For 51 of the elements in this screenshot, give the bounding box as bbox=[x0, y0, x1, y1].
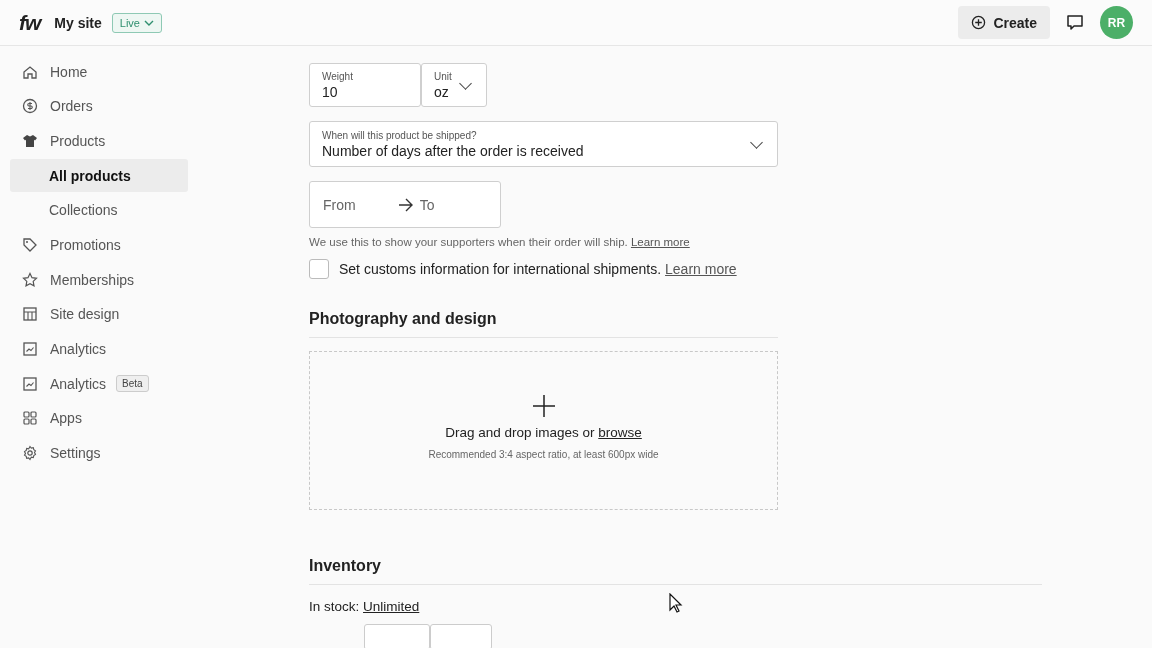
checkbox[interactable] bbox=[309, 259, 329, 279]
plus-circle-icon bbox=[971, 15, 987, 30]
image-drop-zone[interactable]: Drag and drop images or browse Recommended 3:4 aspect ratio, at least 600px wide bbox=[309, 351, 778, 510]
create-button[interactable]: Create bbox=[958, 6, 1050, 39]
sidebar-item[interactable]: Settings bbox=[10, 436, 188, 470]
day-range-field[interactable]: From To bbox=[309, 181, 501, 228]
logo[interactable]: fw bbox=[19, 10, 41, 35]
input-field[interactable] bbox=[430, 624, 492, 648]
cursor-icon bbox=[669, 593, 683, 613]
customs-label: Set customs information for international shipments. Learn more bbox=[339, 261, 737, 277]
sidebar-item[interactable]: All products bbox=[10, 159, 188, 193]
star-icon bbox=[22, 271, 38, 288]
weight-field[interactable]: Weight 10 bbox=[309, 63, 421, 107]
sidebar-item[interactable]: Analytics bbox=[10, 332, 188, 366]
chart-icon bbox=[22, 375, 38, 392]
sidebar-item[interactable]: Memberships bbox=[10, 263, 188, 297]
shirt-icon bbox=[22, 132, 38, 149]
sidebar-item[interactable]: Home bbox=[10, 55, 188, 88]
section-title: Photography and design bbox=[309, 310, 778, 338]
beta-badge: Beta bbox=[116, 375, 149, 393]
input-field[interactable] bbox=[364, 624, 430, 648]
learn-more-link[interactable]: Learn more bbox=[665, 261, 737, 277]
arrow-right-icon bbox=[397, 197, 414, 212]
chart-icon bbox=[22, 341, 38, 357]
help-text: We use this to show your supporters when their order will ship. Learn more bbox=[309, 236, 691, 248]
sidebar-item[interactable]: Site design bbox=[10, 297, 188, 331]
ship-time-dropdown[interactable]: When will this product be shipped? Number of days after the order is received bbox=[309, 121, 778, 167]
unit-dropdown[interactable]: Unit oz bbox=[421, 63, 487, 107]
sidebar-item[interactable]: Analytics Beta bbox=[10, 367, 188, 401]
stock-text: In stock: Unlimited bbox=[309, 599, 420, 614]
layout-icon bbox=[22, 306, 38, 323]
site-name: My site bbox=[54, 14, 102, 31]
chevron-down-icon bbox=[144, 18, 154, 27]
unlimited-link[interactable]: Unlimited bbox=[363, 599, 420, 614]
browse-link[interactable]: browse bbox=[598, 425, 642, 440]
drop-hint: Recommended 3:4 aspect ratio, at least 600px wide bbox=[428, 449, 659, 460]
tag-icon bbox=[22, 236, 38, 253]
learn-more-link[interactable]: Learn more bbox=[630, 236, 690, 248]
dollar-icon bbox=[22, 98, 38, 115]
sidebar-item[interactable]: Promotions bbox=[10, 228, 188, 262]
sidebar-item[interactable]: Products bbox=[10, 124, 188, 158]
settings-icon bbox=[22, 445, 38, 462]
chat-icon[interactable] bbox=[1066, 13, 1084, 32]
sidebar-item[interactable]: Orders bbox=[10, 89, 188, 123]
sidebar-item[interactable]: Collections bbox=[10, 193, 188, 227]
sidebar-item[interactable]: Apps bbox=[10, 401, 188, 435]
status-dropdown[interactable]: Live bbox=[111, 12, 162, 33]
plus-icon bbox=[532, 395, 555, 417]
section-title: Inventory bbox=[309, 557, 1042, 585]
grid-icon bbox=[22, 410, 38, 427]
drop-text: Drag and drop images or browse bbox=[445, 425, 642, 440]
